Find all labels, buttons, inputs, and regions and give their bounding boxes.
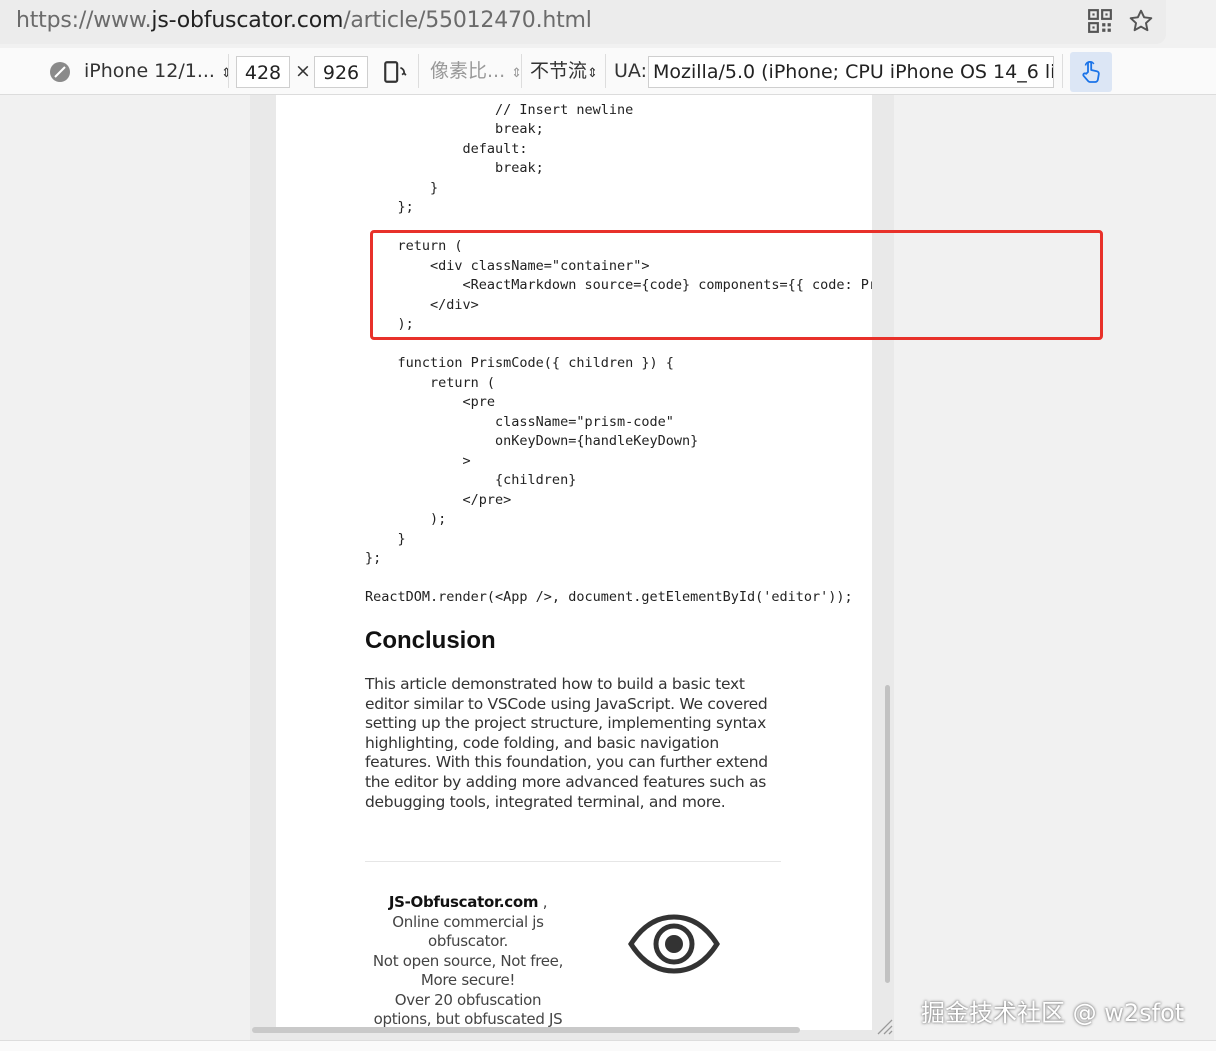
height-input[interactable]: 926 [314,56,368,88]
divider [228,54,229,88]
address-bar[interactable]: https://www.js-obfuscator.com/article/55… [0,0,1166,44]
device-toolbar: iPhone 12/1... ⇕ 428 × 926 像素比... ⇕ 不节流⇕… [0,48,1216,95]
touch-icon [1082,61,1100,83]
select-arrows-icon: ⇕ [221,66,232,81]
watermark: 掘金技术社区 @ w2sfot [921,999,1185,1027]
code-block: case 'Enter': // Insert newline break; d… [365,95,872,605]
star-icon[interactable] [1128,8,1154,34]
bottom-bar [0,1040,1216,1051]
footer-line: Online commercial js obfuscator. [392,912,544,951]
qr-code-icon[interactable] [1087,8,1113,34]
footer-brand-link[interactable]: JS-Obfuscator.com [389,893,539,911]
eye-icon [628,914,720,974]
conclusion-paragraph: This article demonstrated how to build a… [365,675,768,811]
url-host: js-obfuscator.com [151,8,344,33]
ua-label: UA: [614,60,647,82]
divider [521,54,522,88]
width-input[interactable]: 428 [236,56,290,88]
url-text[interactable]: https://www.js-obfuscator.com/article/55… [16,8,592,33]
rotate-icon[interactable] [382,59,408,85]
footer-promo: JS-Obfuscator.com , Online commercial js… [365,893,571,1030]
pixel-ratio-label: 像素比... [430,60,506,82]
conclusion-heading: Conclusion [365,627,496,654]
divider [1062,54,1063,88]
footer-line: Over 20 obfuscation options, but obfusca… [373,990,563,1031]
highlight-annotation-box [370,230,1103,340]
url-prefix: https://www. [16,8,152,33]
vertical-scrollbar[interactable] [885,685,890,983]
divider [418,54,419,88]
divider [365,861,781,862]
divider [605,54,606,88]
touch-toggle-button[interactable] [1070,52,1112,92]
throttle-label: 不节流 [530,60,588,82]
pixel-ratio-select[interactable]: 像素比... ⇕ [430,58,522,84]
device-name: iPhone 12/1... [84,60,215,82]
horizontal-scrollbar[interactable] [252,1027,800,1033]
footer-brand-suffix: , [538,893,548,911]
device-select[interactable]: iPhone 12/1... ⇕ [84,58,232,84]
url-path: /article/55012470.html [343,8,592,33]
footer-line: Not open source, Not free, More secure! [372,951,564,990]
throttle-select[interactable]: 不节流⇕ [530,58,598,84]
device-icon [50,62,70,82]
resize-handle-icon[interactable] [872,1014,894,1036]
select-arrows-icon: ⇕ [587,66,598,81]
times-sign: × [295,60,311,82]
ua-input[interactable]: Mozilla/5.0 (iPhone; CPU iPhone OS 14_6 … [648,56,1054,88]
